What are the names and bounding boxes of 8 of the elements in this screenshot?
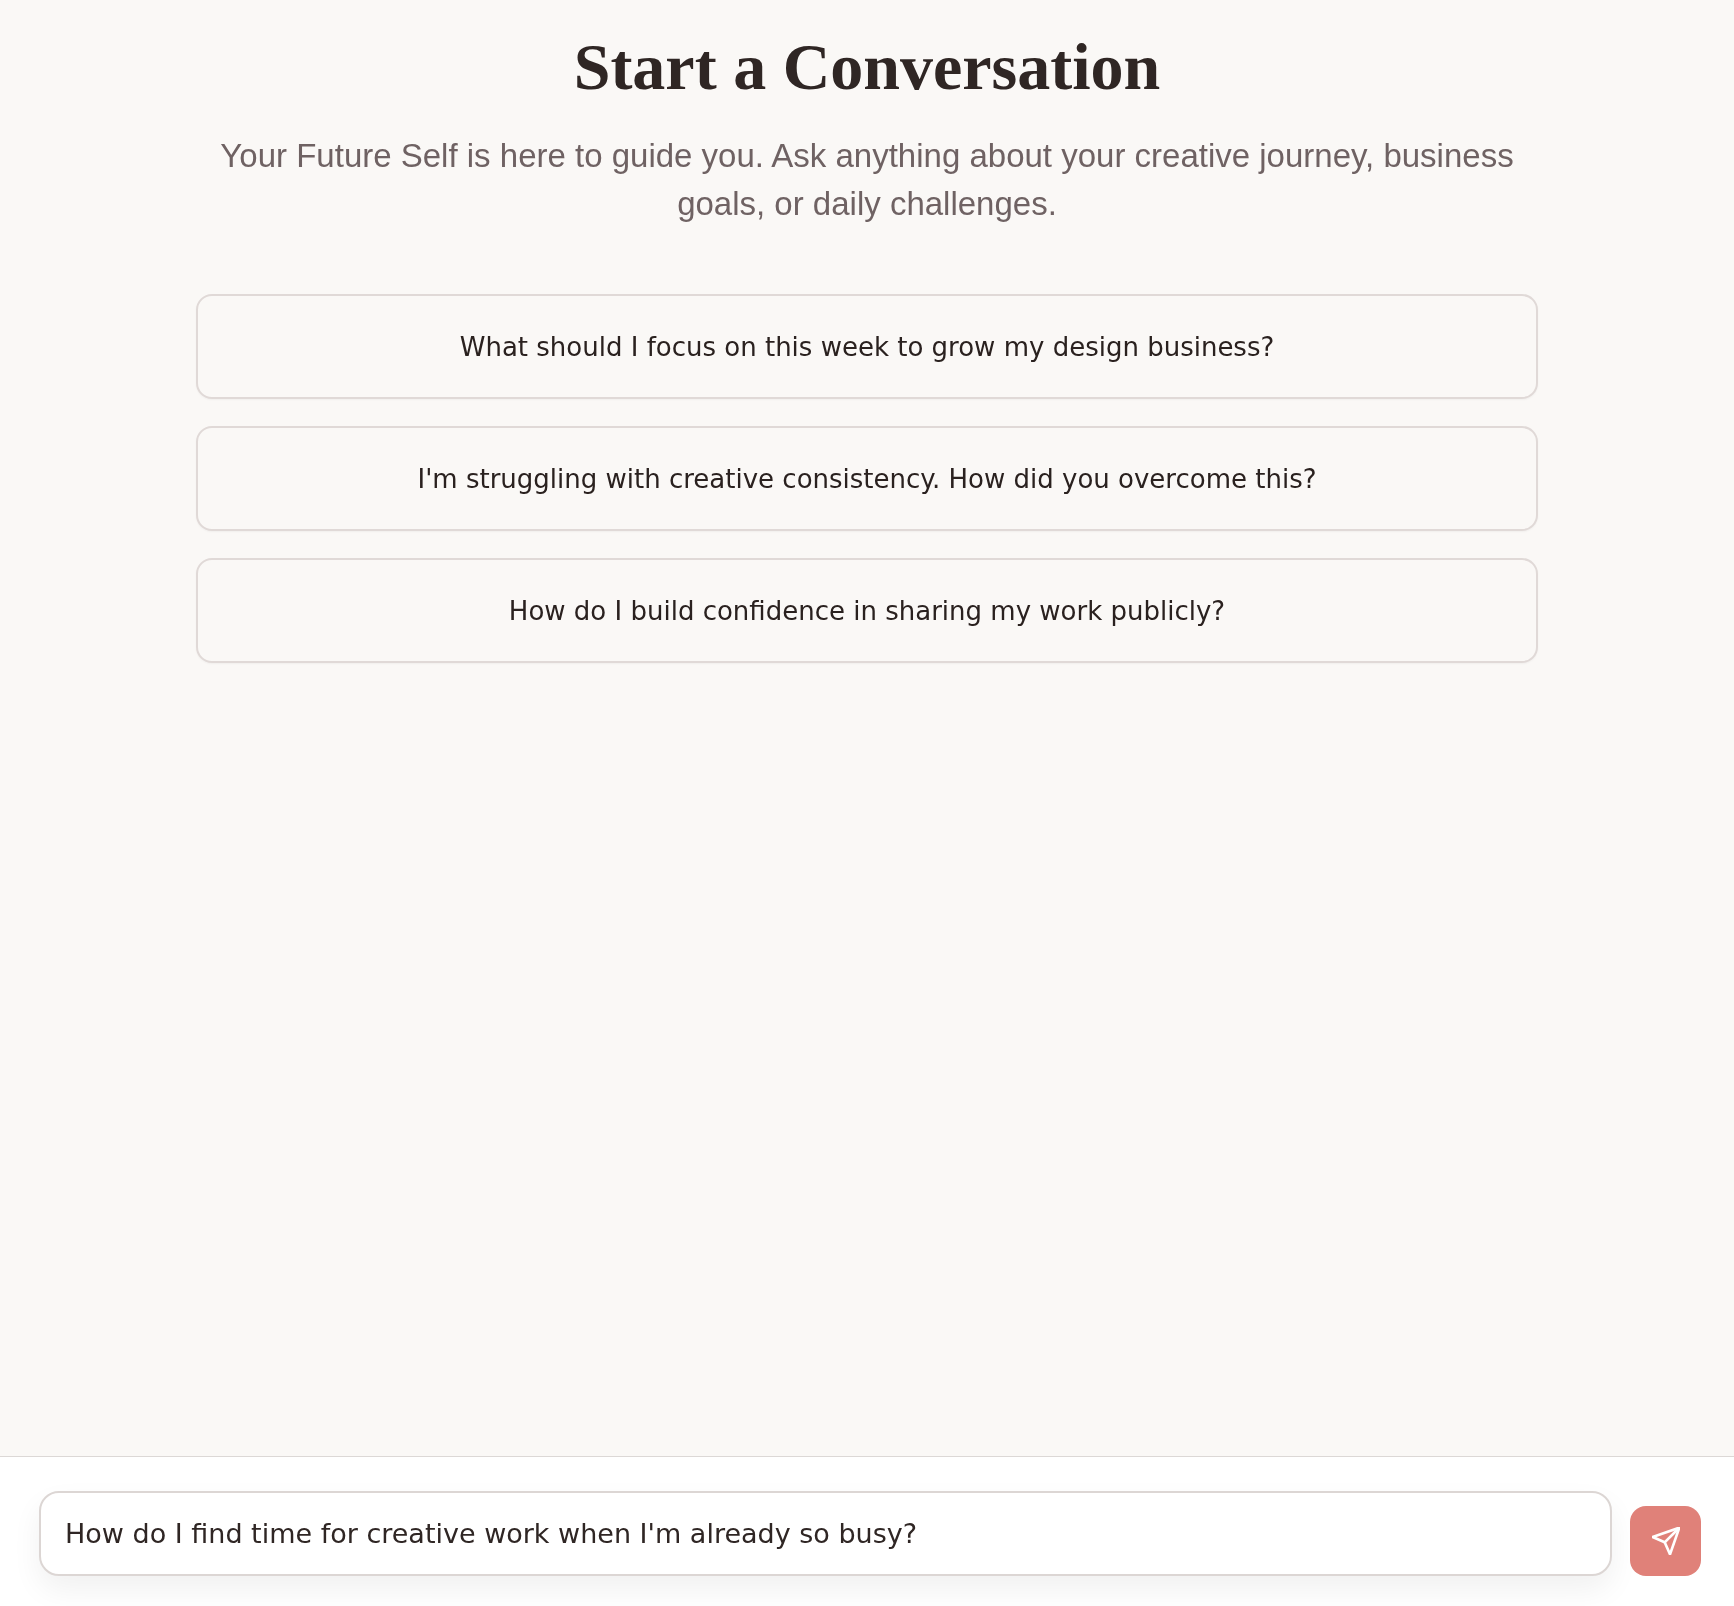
page-title: Start a Conversation xyxy=(573,29,1161,105)
page-subtitle: Your Future Self is here to guide you. Ask anything about your creative journey, business goals, or daily challenges. xyxy=(219,136,1515,224)
suggestion-card[interactable]: What should I focus on this week to grow my design business? xyxy=(196,294,1538,399)
message-input[interactable]: How do I find time for creative work when I'm already so busy? xyxy=(39,1491,1612,1576)
send-icon xyxy=(1651,1527,1680,1555)
suggestion-card[interactable]: How do I build confidence in sharing my work publicly? xyxy=(196,558,1538,663)
suggestion-card[interactable]: I'm struggling with creative consistency. How did you overcome this? xyxy=(196,426,1538,531)
send-button[interactable] xyxy=(1630,1506,1701,1576)
